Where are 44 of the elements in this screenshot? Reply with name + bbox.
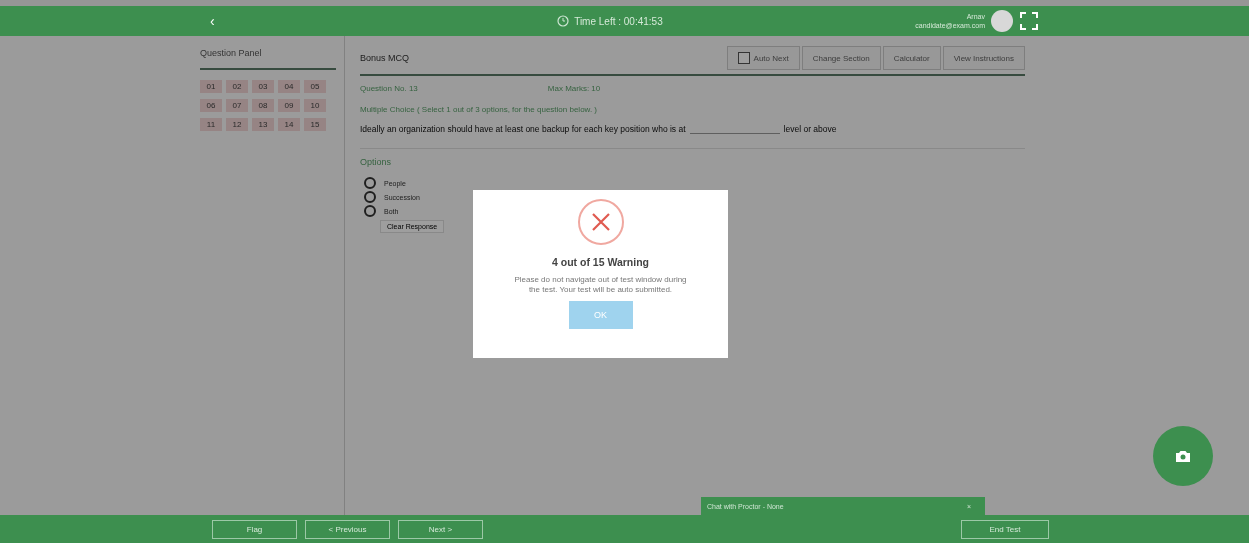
panel-title: Question Panel (200, 48, 336, 70)
question-number-button[interactable]: 11 (200, 118, 222, 131)
question-number-button[interactable]: 03 (252, 80, 274, 93)
section-title: Bonus MCQ (360, 53, 410, 63)
question-instruction: Multiple Choice ( Select 1 out of 3 options, for the question below. ) (360, 105, 599, 114)
question-number-button[interactable]: 02 (226, 80, 248, 93)
dialog-message: Please do not navigate out of test window during the test. Your test will be auto submitted. (513, 275, 688, 295)
question-number-button[interactable]: 15 (304, 118, 326, 131)
checkbox[interactable] (737, 52, 750, 64)
toolbar-button[interactable]: Calculator (882, 46, 941, 70)
question-text: level or above (783, 124, 837, 134)
question-number-button[interactable]: 08 (252, 99, 274, 112)
back-button[interactable]: ‹ (210, 13, 215, 29)
radio-button[interactable] (364, 177, 376, 189)
radio-button[interactable] (364, 191, 376, 203)
question-number-button[interactable]: 12 (226, 118, 248, 131)
question-number-button[interactable]: 10 (304, 99, 326, 112)
radio-button[interactable] (364, 205, 376, 217)
question-number: Question No. 13 (360, 84, 418, 93)
nav-button[interactable]: < Previous (305, 519, 390, 539)
auto-next-toggle[interactable]: Auto Next (726, 46, 800, 70)
end-test-button[interactable]: End Test (961, 519, 1049, 539)
question-number-button[interactable]: 05 (304, 80, 326, 93)
question-number-button[interactable]: 14 (278, 118, 300, 131)
clock-icon (557, 15, 570, 27)
max-marks: Max Marks: 10 (547, 84, 601, 93)
question-number-button[interactable]: 01 (200, 80, 222, 93)
dialog-title: 4 out of 15 Warning (552, 256, 649, 268)
avatar-circle (991, 10, 1013, 32)
question-number-button[interactable]: 09 (278, 99, 300, 112)
options-title: Options (360, 157, 393, 167)
nav-button[interactable]: Flag (212, 519, 297, 539)
error-icon (576, 198, 625, 246)
timer-text: Time Left : 00:41:53 (574, 15, 663, 27)
toolbar-button[interactable]: Change Section (801, 46, 881, 70)
camera-icon (1175, 449, 1191, 463)
nav-button[interactable]: Next > (398, 519, 483, 539)
question-number-button[interactable]: 04 (278, 80, 300, 93)
question-number-button[interactable]: 13 (252, 118, 274, 131)
fullscreen-icon[interactable] (1019, 11, 1039, 31)
question-number-button[interactable]: 06 (200, 99, 222, 112)
question-number-button[interactable]: 07 (226, 99, 248, 112)
question-text: Ideally an organization should have at least one backup for each key position who is at (360, 124, 686, 134)
toolbar-button[interactable]: View Instructions (942, 46, 1025, 70)
